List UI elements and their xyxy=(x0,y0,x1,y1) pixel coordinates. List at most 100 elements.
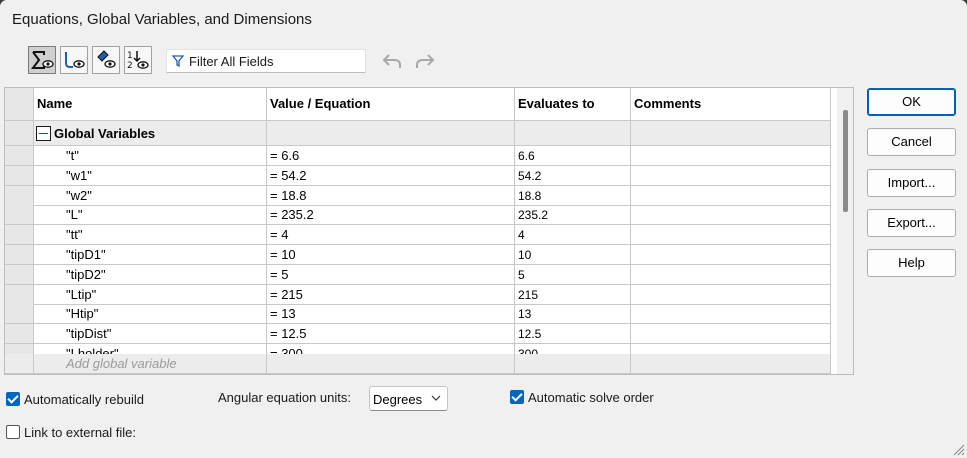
ok-button[interactable]: OK xyxy=(867,88,956,116)
table-row[interactable]: "Ltip" = 215 215 xyxy=(5,284,831,305)
sketch-equation-view-button[interactable] xyxy=(60,46,88,74)
table-row[interactable]: "tt" = 44 xyxy=(5,225,831,246)
variable-name-cell[interactable]: "w2" xyxy=(34,185,267,206)
variable-evaluates-cell: 12.5 xyxy=(515,324,631,345)
variable-value-cell[interactable]: = 5 xyxy=(267,264,515,285)
group-value-cell xyxy=(267,121,515,146)
variable-comment-cell[interactable] xyxy=(631,284,831,305)
row-header[interactable] xyxy=(5,354,34,374)
variable-name-cell[interactable]: "Htip" xyxy=(34,304,267,325)
table-row[interactable]: "w2" = 18.8 18.8 xyxy=(5,185,831,206)
filter-input[interactable]: Filter All Fields xyxy=(166,49,366,73)
variable-comment-cell[interactable] xyxy=(631,245,831,265)
variable-name-cell[interactable]: "tt" xyxy=(34,225,267,246)
row-header[interactable] xyxy=(5,245,34,265)
variable-comment-cell[interactable] xyxy=(631,304,831,325)
link-external-checkbox[interactable] xyxy=(6,425,20,439)
svg-text:1: 1 xyxy=(127,51,133,61)
column-header-name[interactable]: Name xyxy=(34,88,267,121)
column-header-value[interactable]: Value / Equation xyxy=(267,88,515,121)
variable-value-cell[interactable]: = 18.8 xyxy=(267,185,515,206)
variable-name-cell[interactable]: "w1" xyxy=(34,165,267,186)
variable-name-cell[interactable]: "tipDist" xyxy=(34,324,267,345)
variable-name-cell[interactable]: "t" xyxy=(34,146,267,166)
angular-units-label: Angular equation units: xyxy=(218,390,351,405)
variable-value-cell[interactable]: = 235.2 xyxy=(267,205,515,226)
auto-rebuild-label[interactable]: Automatically rebuild xyxy=(24,392,144,407)
variable-comment-cell[interactable] xyxy=(631,165,831,186)
variable-value-cell[interactable]: = 4 xyxy=(267,225,515,246)
table-row[interactable]: "t" = 6.6 6.6 xyxy=(5,146,831,166)
group-evaluates-cell xyxy=(515,121,631,146)
collapse-icon[interactable] xyxy=(36,126,51,142)
variable-value-cell[interactable]: = 54.2 xyxy=(267,165,515,186)
redo-icon[interactable] xyxy=(414,50,436,72)
variable-comment-cell[interactable] xyxy=(631,324,831,345)
variable-value-cell[interactable]: = 215 xyxy=(267,284,515,305)
row-header[interactable] xyxy=(5,324,34,345)
auto-rebuild-checkbox[interactable] xyxy=(6,392,20,406)
variable-value-cell[interactable]: = 10 xyxy=(267,245,515,265)
add-comment-cell[interactable] xyxy=(631,354,831,374)
dimension-view-button[interactable] xyxy=(92,46,120,74)
row-header[interactable] xyxy=(5,264,34,285)
column-header-comments[interactable]: Comments xyxy=(631,88,831,121)
variable-name-cell[interactable]: "tipD1" xyxy=(34,245,267,265)
variable-comment-cell[interactable] xyxy=(631,225,831,246)
row-header[interactable] xyxy=(5,205,34,226)
undo-icon[interactable] xyxy=(381,50,403,72)
table-row[interactable]: "tipDist" = 12.5 12.5 xyxy=(5,324,831,345)
variable-evaluates-cell: 54.2 xyxy=(515,165,631,186)
equation-view-button[interactable] xyxy=(28,46,56,74)
angular-units-select[interactable]: Degrees xyxy=(369,386,448,411)
group-label: Global Variables xyxy=(54,126,156,141)
filter-icon xyxy=(172,55,184,67)
row-header[interactable] xyxy=(5,185,34,206)
variable-comment-cell[interactable] xyxy=(631,185,831,206)
ordered-view-button[interactable]: 1 2 xyxy=(124,46,152,74)
variable-value-cell[interactable]: = 12.5 xyxy=(267,324,515,345)
variable-value-cell[interactable]: = 6.6 xyxy=(267,146,515,166)
vertical-scrollbar[interactable] xyxy=(837,88,853,374)
add-global-variable-row[interactable]: Add global variable xyxy=(5,354,831,374)
table-row[interactable]: "L" = 235.2 235.2 xyxy=(5,205,831,226)
help-button[interactable]: Help xyxy=(867,249,956,277)
link-external-label[interactable]: Link to external file: xyxy=(24,425,136,440)
equation-view-icon xyxy=(31,51,54,69)
table-row[interactable]: "tipD2" = 55 xyxy=(5,264,831,285)
scrollbar-thumb[interactable] xyxy=(843,110,848,212)
variable-comment-cell[interactable] xyxy=(631,264,831,285)
add-global-variable-input[interactable]: Add global variable xyxy=(34,354,267,374)
table-row[interactable]: "w1" = 54.2 54.2 xyxy=(5,165,831,186)
resize-grip-icon[interactable] xyxy=(951,442,965,456)
column-header-evaluates[interactable]: Evaluates to xyxy=(515,88,631,121)
variable-evaluates-cell: 13 xyxy=(515,304,631,325)
variable-name-cell[interactable]: "tipD2" xyxy=(34,264,267,285)
table-row[interactable]: "tipD1" = 10 10 xyxy=(5,245,831,265)
variable-comment-cell[interactable] xyxy=(631,146,831,166)
window-title: Equations, Global Variables, and Dimensi… xyxy=(12,11,312,28)
row-header[interactable] xyxy=(5,304,34,325)
row-header[interactable] xyxy=(5,165,34,186)
title-bar[interactable]: Equations, Global Variables, and Dimensi… xyxy=(0,0,967,38)
variable-value-cell[interactable]: = 13 xyxy=(267,304,515,325)
variable-comment-cell[interactable] xyxy=(631,205,831,226)
variable-evaluates-cell: 10 xyxy=(515,245,631,265)
row-header-corner xyxy=(5,88,34,121)
row-header[interactable] xyxy=(5,121,34,146)
variable-name-cell[interactable]: "Ltip" xyxy=(34,284,267,305)
auto-solve-checkbox[interactable] xyxy=(510,390,524,404)
variable-evaluates-cell: 215 xyxy=(515,284,631,305)
import-button[interactable]: Import... xyxy=(867,169,956,197)
add-value-cell[interactable] xyxy=(267,354,515,374)
cancel-button[interactable]: Cancel xyxy=(867,128,956,156)
export-button[interactable]: Export... xyxy=(867,209,956,237)
variable-name-cell[interactable]: "L" xyxy=(34,205,267,226)
row-header[interactable] xyxy=(5,225,34,246)
row-header[interactable] xyxy=(5,284,34,305)
group-row-global-variables[interactable]: Global Variables xyxy=(5,121,831,146)
table-row[interactable]: "Htip" = 13 13 xyxy=(5,304,831,325)
row-header[interactable] xyxy=(5,146,34,166)
equations-grid[interactable]: Name Value / Equation Evaluates to Comme… xyxy=(4,87,854,375)
auto-solve-label[interactable]: Automatic solve order xyxy=(528,390,654,405)
